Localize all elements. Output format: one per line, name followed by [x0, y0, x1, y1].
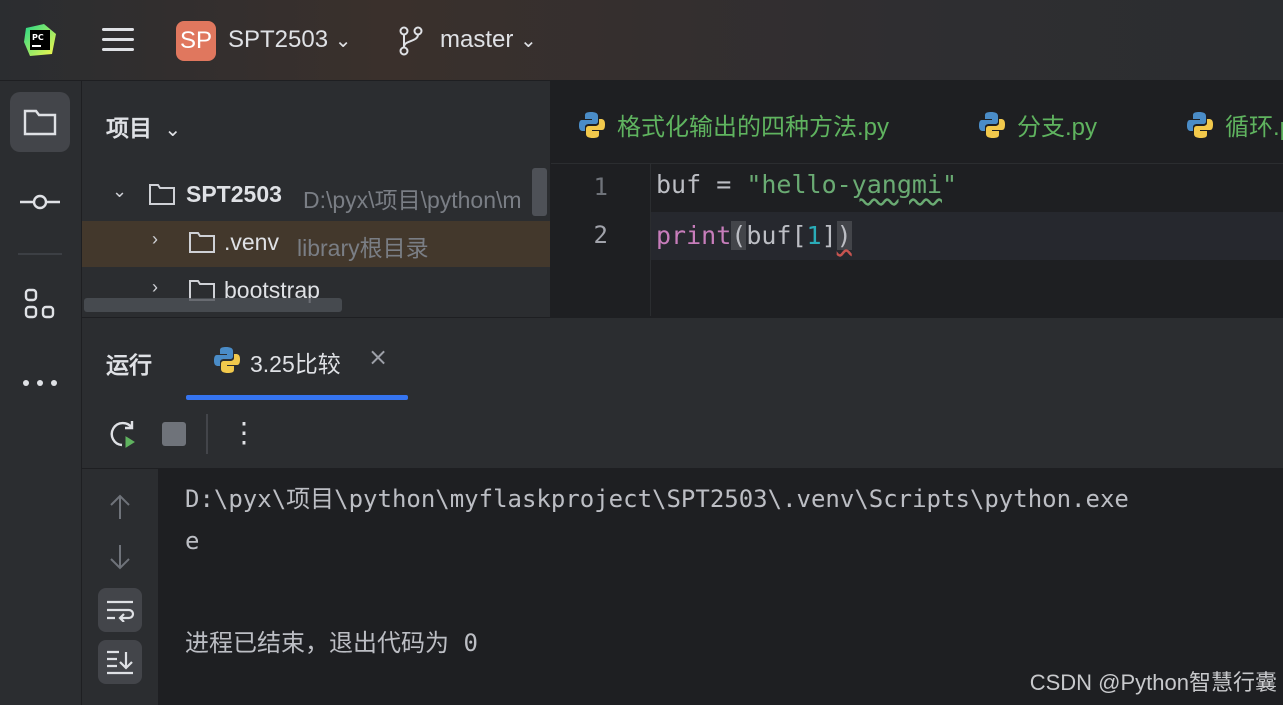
- code-token: ): [836, 221, 852, 250]
- chevron-expanded-icon[interactable]: ⌄: [112, 181, 127, 202]
- line-number: 1: [593, 173, 608, 201]
- console-line: D:\pyx\项目\python\myflaskproject\SPT2503\…: [185, 485, 1129, 513]
- console-gutter: [82, 469, 158, 705]
- more-vertical-icon[interactable]: ⋮: [230, 416, 258, 449]
- code-line-2[interactable]: print(buf[1]): [651, 212, 1283, 260]
- vertical-scrollbar[interactable]: [532, 168, 547, 216]
- line-number: 2: [593, 221, 608, 249]
- editor-tab-label: 循环.py: [1225, 114, 1283, 141]
- arrow-up-icon[interactable]: [98, 485, 142, 529]
- rerun-icon[interactable]: [106, 418, 138, 450]
- editor-tab-branch[interactable]: 分支.py: [977, 107, 1097, 142]
- python-file-icon: [1187, 111, 1213, 138]
- code-line-1[interactable]: buf = "hello-yangmi": [656, 170, 957, 199]
- code-token: =: [701, 170, 747, 199]
- watermark: CSDN @Python智慧行囊: [1029, 670, 1277, 695]
- folder-icon: [23, 109, 57, 136]
- code-token: ": [941, 170, 958, 199]
- tree-item-label: .venv: [224, 229, 279, 255]
- line-number-gutter: 1 2: [551, 164, 651, 316]
- more-tools-button[interactable]: [10, 353, 70, 413]
- commit-tool-button[interactable]: [10, 172, 70, 232]
- code-token: (: [731, 221, 747, 250]
- editor-tab-format[interactable]: 格式化输出的四种方法.py: [577, 107, 889, 142]
- chevron-right-icon[interactable]: ›: [152, 229, 158, 250]
- toolstrip-divider: [18, 253, 62, 255]
- close-icon[interactable]: ×: [368, 343, 388, 371]
- python-file-icon: [979, 111, 1005, 138]
- git-branch-icon[interactable]: [398, 26, 424, 56]
- folder-icon: [149, 184, 175, 205]
- python-file-icon: [214, 347, 240, 373]
- folder-icon: [189, 232, 215, 253]
- svg-text:PC: PC: [32, 33, 44, 42]
- project-selector[interactable]: SPT2503 ⌄: [228, 26, 352, 54]
- chevron-down-icon: ⌄: [334, 30, 352, 52]
- console-line: e: [185, 527, 200, 555]
- panel-title-text: 项目: [106, 115, 152, 141]
- structure-tool-button[interactable]: [10, 274, 70, 334]
- editor-tab-bar: 格式化输出的四种方法.py 分支.py 循环.py: [551, 81, 1283, 164]
- tree-item-hint: library根目录: [297, 235, 429, 261]
- editor-tab-label: 格式化输出的四种方法.py: [617, 114, 890, 141]
- chevron-down-icon: ⌄: [520, 30, 537, 52]
- branch-name: master: [440, 26, 514, 53]
- structure-icon: [24, 288, 55, 319]
- editor-tab-loop[interactable]: 循环.py: [1185, 107, 1283, 142]
- code-token: 1: [806, 221, 822, 250]
- project-tool-button[interactable]: [10, 92, 70, 152]
- tree-item-label: SPT2503: [186, 181, 282, 207]
- arrow-down-icon[interactable]: [98, 535, 142, 579]
- run-panel-header: 运行 3.25比较 ×: [82, 317, 1283, 401]
- code-token: print: [656, 221, 732, 250]
- project-panel-title[interactable]: 项目 ⌄: [106, 109, 181, 143]
- main-menu-icon[interactable]: [102, 26, 134, 54]
- code-token: buf: [656, 170, 702, 199]
- pycharm-logo-icon[interactable]: PC: [24, 24, 56, 56]
- toolbar-divider: [206, 414, 208, 454]
- tree-item-path: D:\pyx\项目\python\m: [303, 187, 522, 213]
- stop-icon[interactable]: [162, 422, 186, 446]
- code-token: buf[: [746, 221, 807, 250]
- scroll-to-end-icon[interactable]: [98, 640, 142, 684]
- tool-window-strip: [0, 81, 82, 705]
- code-token-typo: yangmi: [851, 170, 942, 199]
- code-token: "hello-: [746, 170, 852, 199]
- commit-icon: [20, 194, 60, 210]
- console-line: 进程已结束，退出代码为 0: [185, 629, 478, 657]
- tree-item-venv[interactable]: › .venv library根目录: [82, 221, 550, 267]
- project-name: SPT2503: [228, 26, 329, 53]
- run-panel-title: 运行: [106, 352, 152, 378]
- more-horizontal-icon: [23, 380, 57, 386]
- tree-item-root[interactable]: ⌄ SPT2503 D:\pyx\项目\python\m: [82, 173, 550, 219]
- python-file-icon: [579, 111, 605, 138]
- code-token: ]: [821, 221, 837, 250]
- chevron-down-icon: ⌄: [164, 119, 182, 141]
- code-editor[interactable]: 1 2 buf = "hello-yangmi" print(buf[1]): [551, 164, 1283, 316]
- run-tab[interactable]: 3.25比较 ×: [186, 318, 408, 400]
- soft-wrap-icon[interactable]: [98, 588, 142, 632]
- editor-tab-label: 分支.py: [1017, 114, 1098, 141]
- branch-selector[interactable]: master ⌄: [440, 26, 537, 54]
- project-panel: 项目 ⌄ ⌄ SPT2503 D:\pyx\项目\python\m › .ven…: [82, 81, 551, 317]
- project-badge[interactable]: SP: [176, 21, 216, 61]
- run-tab-label: 3.25比较: [250, 351, 341, 377]
- chevron-right-icon[interactable]: ›: [152, 277, 158, 298]
- run-toolbar: ⋮: [82, 400, 1283, 468]
- horizontal-scrollbar[interactable]: [84, 298, 342, 312]
